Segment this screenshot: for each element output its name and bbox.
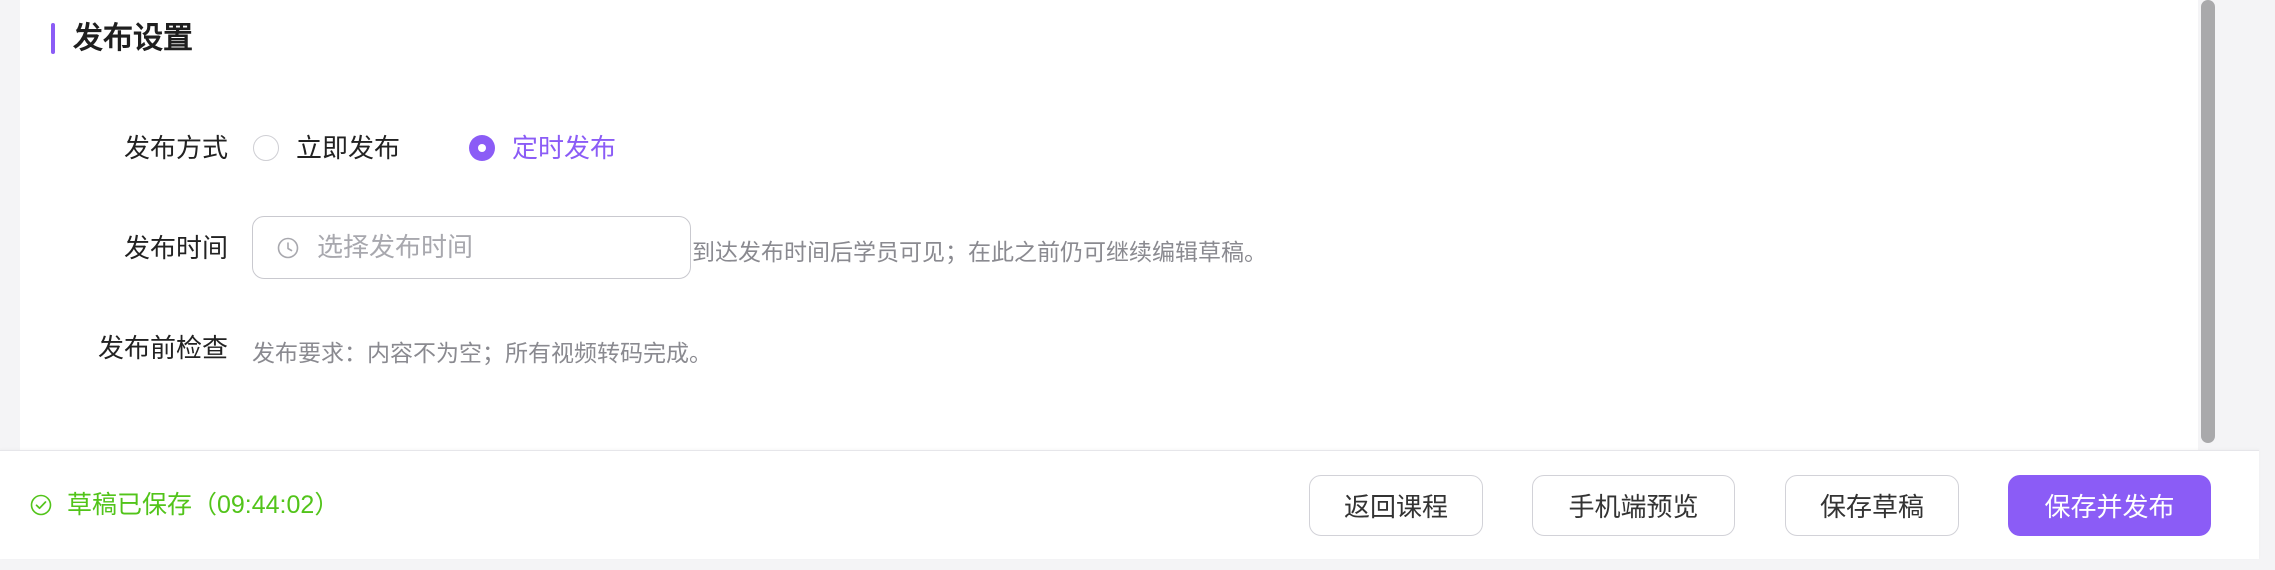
publish-time-hint: 到达发布时间后学员可见；在此之前仍可继续编辑草稿。 — [692, 239, 1267, 265]
back-to-course-button[interactable]: 返回课程 — [1309, 475, 1483, 536]
section-title: 发布设置 — [73, 22, 193, 55]
publish-time-label: 发布时间 — [123, 233, 228, 263]
section-title-accent-bar — [51, 23, 55, 54]
clock-icon — [277, 237, 299, 259]
action-footer: 草稿已保存（09:44:02） 返回课程 手机端预览 保存草稿 保存并发布 — [0, 450, 2259, 559]
publish-mode-label: 发布方式 — [123, 133, 228, 163]
vertical-scrollbar[interactable] — [2201, 0, 2215, 443]
radio-publish-now[interactable] — [253, 135, 279, 161]
publish-settings-card: 发布设置 发布方式 立即发布 定时发布 发布时间 到达发布时间后学员可见；在此之… — [20, 0, 2198, 450]
precheck-requirements: 发布要求：内容不为空；所有视频转码完成。 — [252, 340, 712, 366]
save-and-publish-button[interactable]: 保存并发布 — [2008, 475, 2211, 536]
radio-scheduled-publish-label[interactable]: 定时发布 — [512, 130, 616, 166]
publish-time-picker[interactable] — [252, 216, 691, 279]
radio-publish-now-label[interactable]: 立即发布 — [296, 130, 400, 166]
precheck-label: 发布前检查 — [97, 333, 228, 363]
save-draft-button[interactable]: 保存草稿 — [1785, 475, 1959, 536]
draft-save-status: 草稿已保存（09:44:02） — [67, 491, 340, 519]
publish-time-input[interactable] — [317, 225, 677, 269]
check-circle-icon — [30, 494, 52, 516]
radio-scheduled-publish[interactable] — [469, 135, 495, 161]
mobile-preview-button[interactable]: 手机端预览 — [1532, 475, 1735, 536]
